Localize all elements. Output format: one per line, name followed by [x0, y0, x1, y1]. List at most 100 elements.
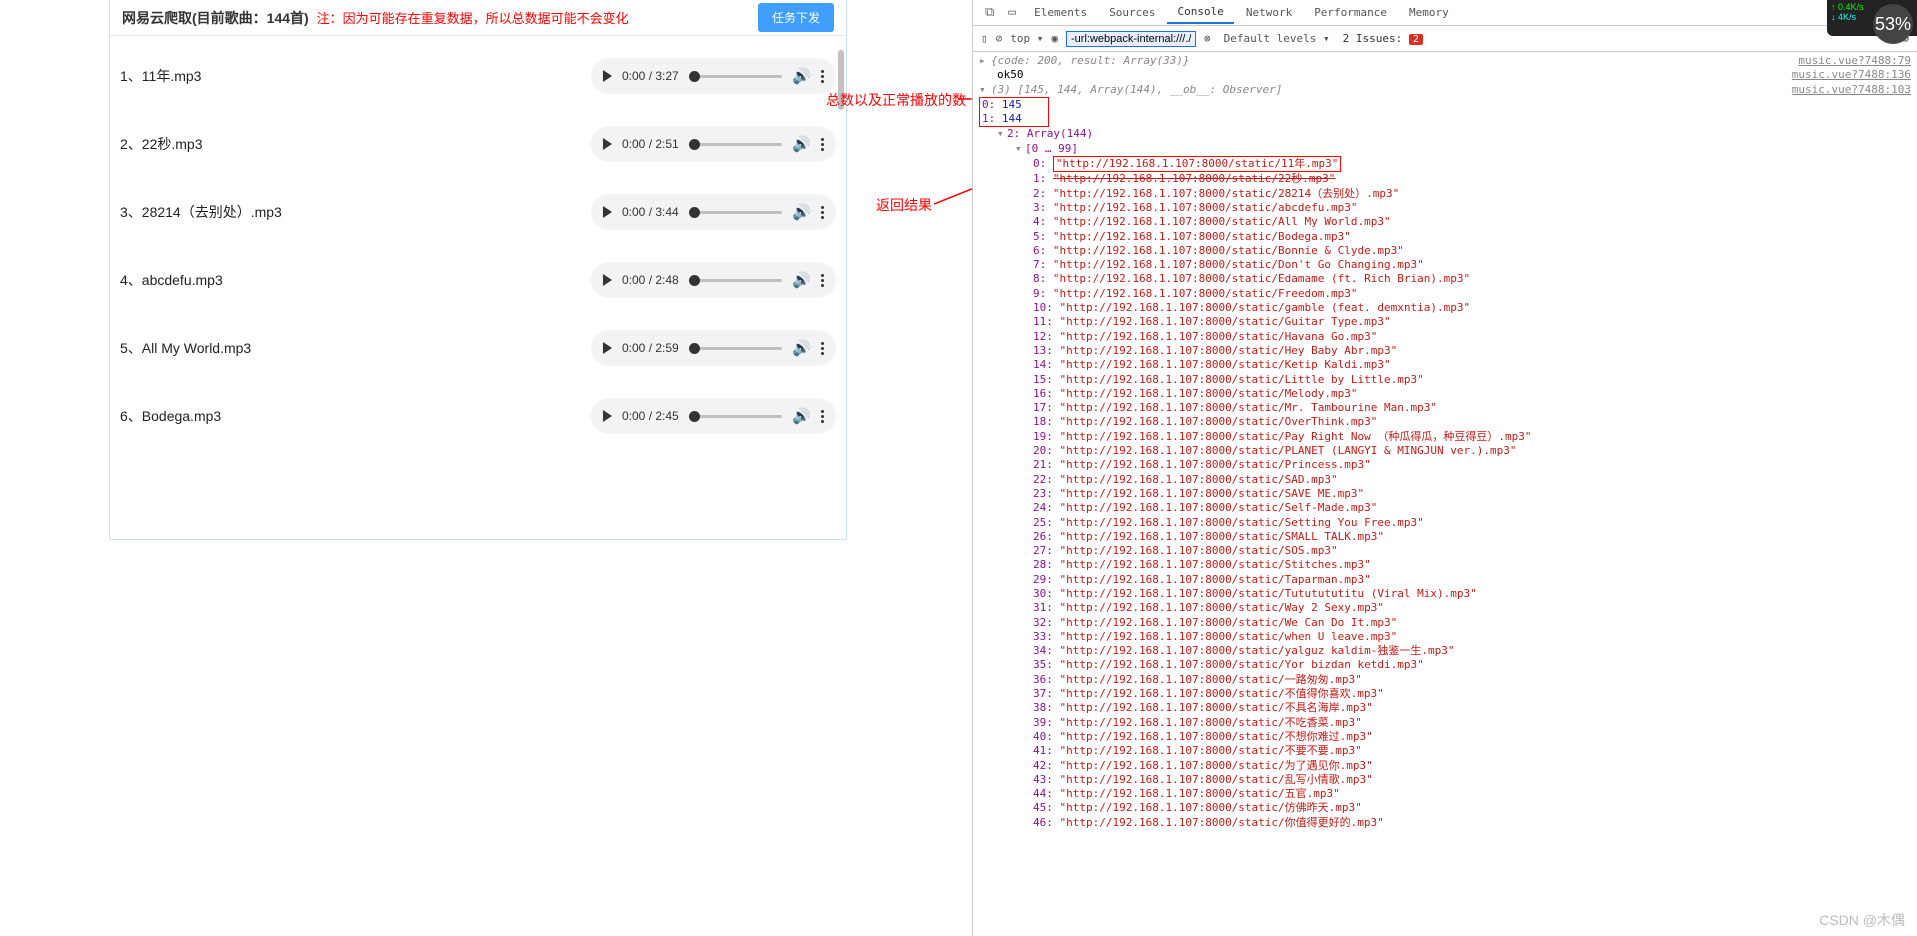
filter-clear-icon[interactable]: ⊗	[1204, 32, 1211, 45]
inspect-icon[interactable]: ⧉	[979, 3, 1000, 22]
url-string[interactable]: "http://192.168.1.107:8000/static/不具名海岸.…	[1060, 701, 1373, 714]
url-string[interactable]: "http://192.168.1.107:8000/static/Bonnie…	[1053, 244, 1404, 257]
url-string[interactable]: "http://192.168.1.107:8000/static/abcdef…	[1053, 201, 1358, 214]
context-selector[interactable]: top ▾	[1010, 32, 1043, 45]
progress-slider[interactable]	[689, 143, 783, 146]
url-string[interactable]: "http://192.168.1.107:8000/static/Don't …	[1053, 258, 1424, 271]
console-array-item[interactable]: 11: "http://192.168.1.107:8000/static/Gu…	[979, 315, 1911, 329]
url-string[interactable]: "http://192.168.1.107:8000/static/Stitch…	[1060, 558, 1371, 571]
url-string[interactable]: "http://192.168.1.107:8000/static/一路匆匆.m…	[1060, 673, 1362, 686]
volume-icon[interactable]: 🔊	[792, 203, 811, 221]
console-array-item[interactable]: 13: "http://192.168.1.107:8000/static/He…	[979, 344, 1911, 358]
audio-player[interactable]: 0:00 / 3:27🔊	[591, 58, 836, 94]
tab-elements[interactable]: Elements	[1024, 2, 1097, 23]
url-string[interactable]: "http://192.168.1.107:8000/static/你值得更好的…	[1060, 816, 1384, 829]
console-array-item[interactable]: 44: "http://192.168.1.107:8000/static/五官…	[979, 787, 1911, 801]
device-icon[interactable]: ▭	[1002, 3, 1022, 22]
console-object[interactable]: {code: 200, result: Array(33)}	[991, 54, 1190, 68]
url-string[interactable]: "http://192.168.1.107:8000/static/Guitar…	[1060, 315, 1391, 328]
song-list[interactable]: 1、11年.mp30:00 / 3:27🔊2、22秒.mp30:00 / 2:5…	[110, 36, 846, 536]
console-array-item[interactable]: 40: "http://192.168.1.107:8000/static/不想…	[979, 730, 1911, 744]
console-array-item[interactable]: 5: "http://192.168.1.107:8000/static/Bod…	[979, 230, 1911, 244]
tab-console[interactable]: Console	[1167, 1, 1233, 24]
url-string[interactable]: "http://192.168.1.107:8000/static/PLANET…	[1060, 444, 1517, 457]
url-string[interactable]: "http://192.168.1.107:8000/static/Ketip …	[1060, 358, 1391, 371]
console-array-item[interactable]: 16: "http://192.168.1.107:8000/static/Me…	[979, 387, 1911, 401]
sidebar-toggle-icon[interactable]: ▯	[981, 32, 988, 45]
play-icon[interactable]	[603, 410, 612, 422]
menu-icon[interactable]	[821, 410, 824, 423]
url-string[interactable]: "http://192.168.1.107:8000/static/不吃香菜.m…	[1060, 716, 1362, 729]
url-string[interactable]: "http://192.168.1.107:8000/static/仿佛昨天.m…	[1060, 801, 1362, 814]
console-array-item[interactable]: 2: "http://192.168.1.107:8000/static/282…	[979, 187, 1911, 201]
console-array-item[interactable]: 38: "http://192.168.1.107:8000/static/不具…	[979, 701, 1911, 715]
progress-slider[interactable]	[689, 75, 783, 78]
audio-player[interactable]: 0:00 / 2:59🔊	[591, 330, 836, 366]
expand-icon[interactable]	[997, 127, 1007, 141]
console-array-item[interactable]: 42: "http://192.168.1.107:8000/static/为了…	[979, 759, 1911, 773]
audio-player[interactable]: 0:00 / 2:51🔊	[591, 126, 836, 162]
console-array-item[interactable]: 32: "http://192.168.1.107:8000/static/We…	[979, 616, 1911, 630]
play-icon[interactable]	[603, 70, 612, 82]
console-array-item[interactable]: 10: "http://192.168.1.107:8000/static/ga…	[979, 301, 1911, 315]
console-array-item[interactable]: 17: "http://192.168.1.107:8000/static/Mr…	[979, 401, 1911, 415]
range-label[interactable]: [0 … 99]	[1025, 142, 1078, 155]
issues-indicator[interactable]: 2 Issues: 2	[1343, 32, 1423, 45]
console-array-item[interactable]: 34: "http://192.168.1.107:8000/static/ya…	[979, 644, 1911, 658]
console-array-item[interactable]: 9: "http://192.168.1.107:8000/static/Fre…	[979, 287, 1911, 301]
console-array-item[interactable]: 27: "http://192.168.1.107:8000/static/SO…	[979, 544, 1911, 558]
console-array-item[interactable]: 7: "http://192.168.1.107:8000/static/Don…	[979, 258, 1911, 272]
volume-icon[interactable]: 🔊	[792, 67, 811, 85]
audio-player[interactable]: 0:00 / 2:45🔊	[591, 398, 836, 434]
play-icon[interactable]	[603, 342, 612, 354]
menu-icon[interactable]	[821, 342, 824, 355]
console-array-item[interactable]: 36: "http://192.168.1.107:8000/static/一路…	[979, 673, 1911, 687]
console-array-item[interactable]: 43: "http://192.168.1.107:8000/static/乱写…	[979, 773, 1911, 787]
url-string[interactable]: "http://192.168.1.107:8000/static/Way 2 …	[1060, 601, 1385, 614]
url-string[interactable]: "http://192.168.1.107:8000/static/Yor bi…	[1060, 658, 1424, 671]
console-array-item[interactable]: 26: "http://192.168.1.107:8000/static/SM…	[979, 530, 1911, 544]
source-link[interactable]: music.vue?7488:136	[1792, 68, 1911, 82]
expand-icon[interactable]	[979, 54, 989, 68]
url-string[interactable]: "http://192.168.1.107:8000/static/We Can…	[1060, 616, 1398, 629]
progress-slider[interactable]	[689, 347, 783, 350]
console-array-item[interactable]: 1: "http://192.168.1.107:8000/static/22秒…	[979, 172, 1911, 186]
array-label[interactable]: 2: Array(144)	[1007, 127, 1093, 140]
tab-sources[interactable]: Sources	[1099, 2, 1165, 23]
tab-memory[interactable]: Memory	[1399, 2, 1459, 23]
url-string[interactable]: "http://192.168.1.107:8000/static/Mr. Ta…	[1060, 401, 1438, 414]
console-array-item[interactable]: 19: "http://192.168.1.107:8000/static/Pa…	[979, 430, 1911, 444]
url-string[interactable]: "http://192.168.1.107:8000/static/when U…	[1060, 630, 1398, 643]
url-string[interactable]: "http://192.168.1.107:8000/static/SMALL …	[1060, 530, 1385, 543]
console-array-item[interactable]: 31: "http://192.168.1.107:8000/static/Wa…	[979, 601, 1911, 615]
console-array-item[interactable]: 28: "http://192.168.1.107:8000/static/St…	[979, 558, 1911, 572]
console-array-item[interactable]: 4: "http://192.168.1.107:8000/static/All…	[979, 215, 1911, 229]
url-string[interactable]: "http://192.168.1.107:8000/static/Prince…	[1060, 458, 1371, 471]
url-string[interactable]: "http://192.168.1.107:8000/static/SAVE M…	[1060, 487, 1365, 500]
console-array-item[interactable]: 41: "http://192.168.1.107:8000/static/不要…	[979, 744, 1911, 758]
menu-icon[interactable]	[821, 274, 824, 287]
console-array[interactable]: (3) [145, 144, Array(144), __ob__: Obser…	[991, 83, 1282, 97]
console-array-item[interactable]: 46: "http://192.168.1.107:8000/static/你值…	[979, 816, 1911, 830]
console-output[interactable]: {code: 200, result: Array(33)} music.vue?…	[973, 52, 1917, 932]
url-string[interactable]: "http://192.168.1.107:8000/static/不值得你喜欢…	[1060, 687, 1384, 700]
console-array-item[interactable]: 35: "http://192.168.1.107:8000/static/Yo…	[979, 658, 1911, 672]
play-icon[interactable]	[603, 274, 612, 286]
console-array-item[interactable]: 0: "http://192.168.1.107:8000/static/11年…	[979, 156, 1911, 172]
console-array-item[interactable]: 29: "http://192.168.1.107:8000/static/Ta…	[979, 573, 1911, 587]
url-string[interactable]: "http://192.168.1.107:8000/static/Little…	[1060, 373, 1424, 386]
log-levels-selector[interactable]: Default levels ▾	[1219, 30, 1335, 47]
source-link[interactable]: music.vue?7488:79	[1798, 54, 1911, 68]
url-string[interactable]: "http://192.168.1.107:8000/static/28214（…	[1053, 187, 1399, 200]
menu-icon[interactable]	[821, 70, 824, 83]
volume-icon[interactable]: 🔊	[792, 339, 811, 357]
console-array-item[interactable]: 6: "http://192.168.1.107:8000/static/Bon…	[979, 244, 1911, 258]
console-array-item[interactable]: 14: "http://192.168.1.107:8000/static/Ke…	[979, 358, 1911, 372]
console-array-item[interactable]: 45: "http://192.168.1.107:8000/static/仿佛…	[979, 801, 1911, 815]
play-icon[interactable]	[603, 138, 612, 150]
menu-icon[interactable]	[821, 206, 824, 219]
tab-network[interactable]: Network	[1236, 2, 1302, 23]
url-string[interactable]: "http://192.168.1.107:8000/static/Freedo…	[1053, 287, 1358, 300]
progress-slider[interactable]	[689, 415, 783, 418]
console-filter-input[interactable]	[1066, 31, 1196, 47]
